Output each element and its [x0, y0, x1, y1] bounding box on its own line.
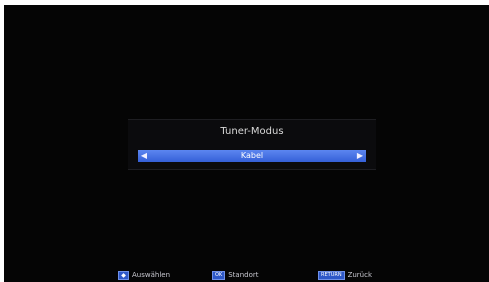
tuner-mode-selector[interactable]: ◀ Kabel ▶	[138, 150, 366, 162]
navigation-keys-icon: ◆	[118, 270, 129, 280]
button-hint-bar: ◆ Auswählen OK Standort RETURN Zurück	[4, 270, 489, 280]
arrow-right-icon[interactable]: ▶	[355, 150, 365, 162]
hint-label-location: Standort	[228, 271, 259, 279]
dialog-title: Tuner-Modus	[220, 126, 284, 137]
hint-select: ◆ Auswählen	[118, 270, 170, 280]
hint-label-back: Zurück	[347, 271, 373, 279]
hint-return: RETURN Zurück	[318, 270, 372, 280]
tuner-mode-dialog: Tuner-Modus ◀ Kabel ▶	[128, 119, 376, 170]
hint-ok: OK Standort	[212, 270, 258, 280]
ok-key-badge: OK	[212, 270, 226, 280]
tv-screen: Tuner-Modus ◀ Kabel ▶ ◆ Auswählen OK Sta…	[4, 5, 489, 282]
return-key-badge: RETURN	[318, 270, 345, 280]
hint-label-select: Auswählen	[132, 271, 171, 279]
selector-value: Kabel	[240, 151, 264, 160]
